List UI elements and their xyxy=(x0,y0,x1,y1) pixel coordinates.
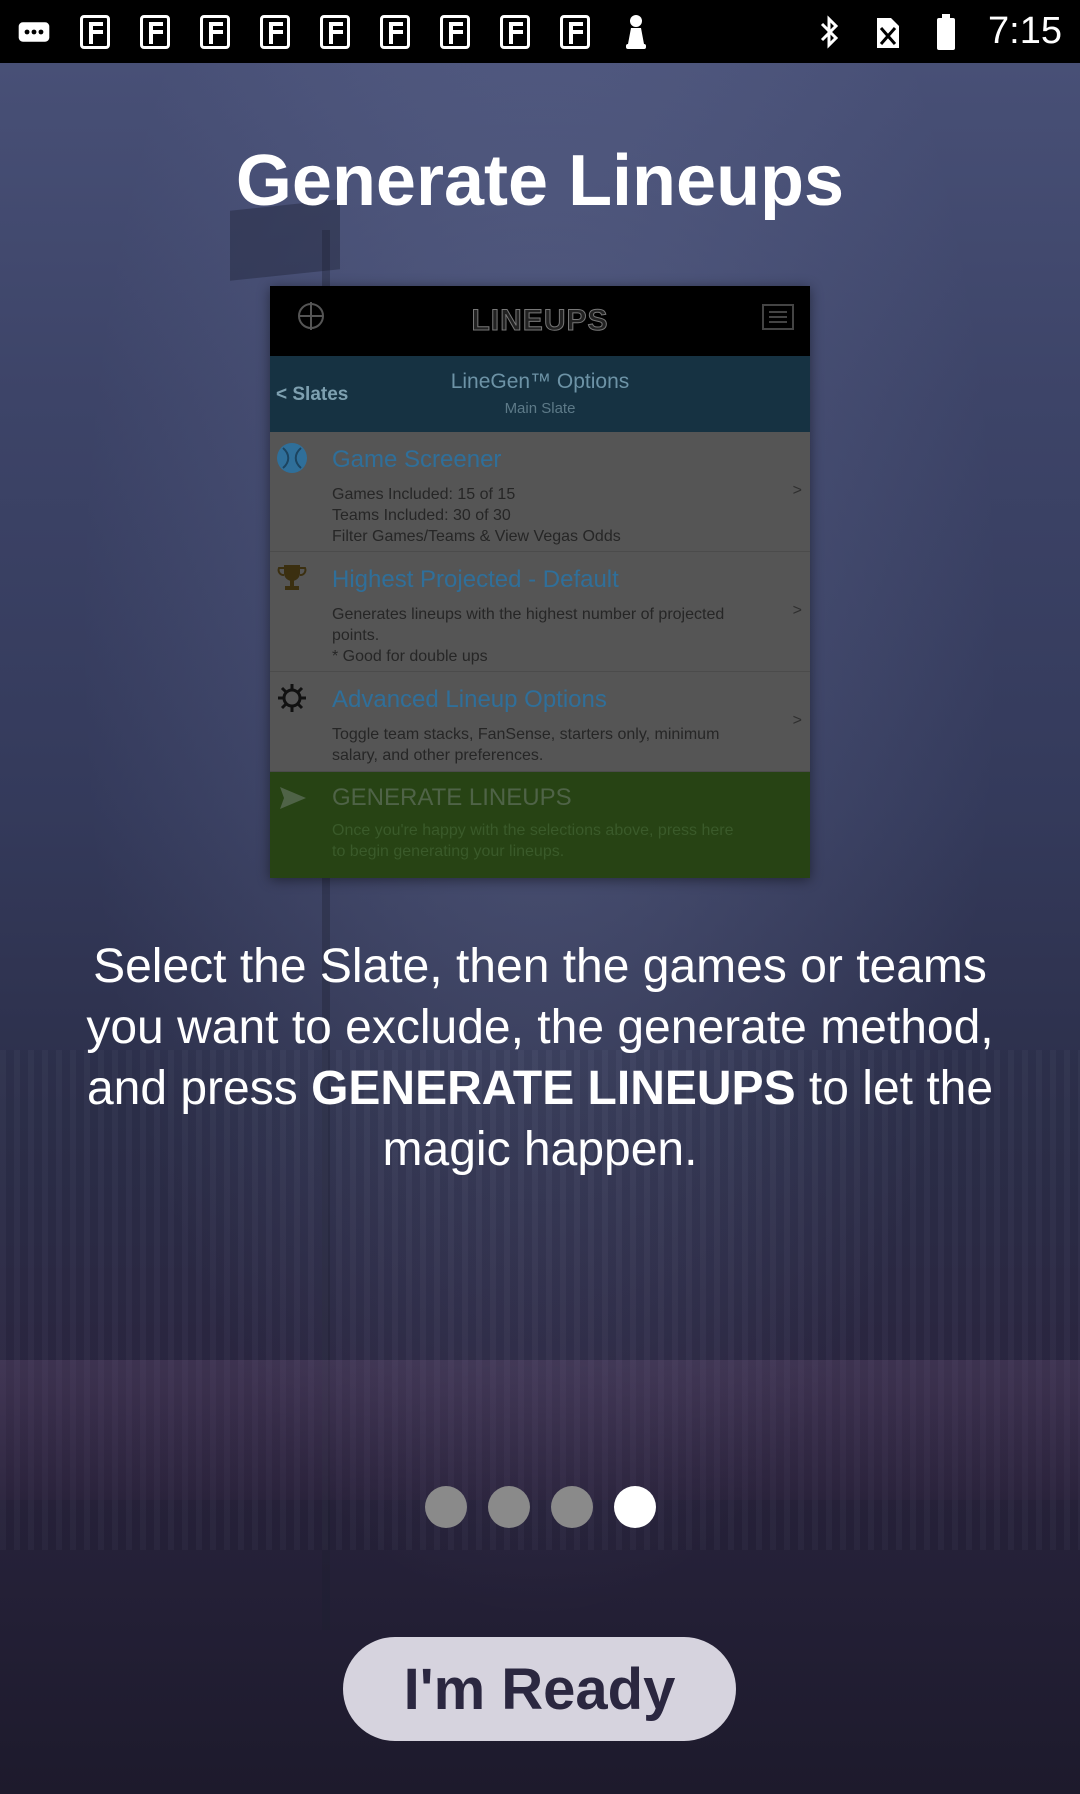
preview-nav-subtitle: Main Slate xyxy=(504,400,576,417)
app-f-icon xyxy=(500,14,530,49)
no-sim-icon xyxy=(872,16,904,48)
preview-menu-icon xyxy=(762,304,794,330)
preview-nav-bar: < Slates LineGen™ Options Main Slate xyxy=(270,356,810,432)
onboarding-description: Select the Slate, then the games or team… xyxy=(60,936,1020,1180)
app-f-icon xyxy=(440,14,470,49)
app-f-icon xyxy=(260,14,290,49)
app-f-icon xyxy=(560,14,590,49)
preview-item-line: Teams Included: 30 of 30 xyxy=(332,507,511,524)
app-f-icon xyxy=(200,14,230,49)
preview-item-title: Game Screener xyxy=(332,446,502,473)
status-time: 7:15 xyxy=(988,10,1062,52)
page-dot[interactable] xyxy=(424,1486,467,1528)
preview-generate-title: GENERATE LINEUPS xyxy=(332,784,572,811)
bluetooth-icon xyxy=(814,14,846,49)
page-dot[interactable] xyxy=(550,1486,593,1528)
preview-logo-icon xyxy=(294,298,328,334)
background-stands xyxy=(0,1360,1080,1500)
send-icon xyxy=(278,784,308,812)
page-dot-active[interactable] xyxy=(613,1486,656,1528)
more-icon xyxy=(18,16,50,48)
preview-item-title: Highest Projected - Default xyxy=(332,566,619,593)
preview-app-header: LINEUPS xyxy=(270,286,810,356)
preview-item-line: Toggle team stacks, FanSense, starters o… xyxy=(332,726,720,743)
status-bar: 7:15 xyxy=(0,0,1080,63)
preview-item-line: Filter Games/Teams & View Vegas Odds xyxy=(332,528,621,545)
page-indicator xyxy=(0,1486,1080,1528)
battery-icon xyxy=(930,13,962,50)
gear-icon xyxy=(276,682,308,714)
chevron-right-icon: > xyxy=(792,712,802,729)
pawn-icon xyxy=(620,14,652,49)
chevron-right-icon: > xyxy=(792,482,802,499)
preview-list-item: Game Screener Games Included: 15 of 15 T… xyxy=(270,432,810,552)
preview-list-item: Advanced Lineup Options Toggle team stac… xyxy=(270,672,810,772)
preview-app-title: LINEUPS xyxy=(471,304,609,338)
preview-generate-line: Once you're happy with the selections ab… xyxy=(332,822,734,839)
onboarding-title: Generate Lineups xyxy=(235,141,845,221)
page-dot[interactable] xyxy=(487,1486,530,1528)
app-f-icon xyxy=(80,14,110,49)
preview-item-line: Games Included: 15 of 15 xyxy=(332,486,516,503)
preview-item-title: Advanced Lineup Options xyxy=(332,686,607,713)
baseball-icon xyxy=(276,442,308,474)
preview-item-line: points. xyxy=(332,627,380,644)
app-f-icon xyxy=(380,14,410,49)
notification-icons xyxy=(18,14,652,49)
preview-item-line: * Good for double ups xyxy=(332,648,488,665)
preview-item-line: Generates lineups with the highest numbe… xyxy=(332,606,725,623)
app-f-icon xyxy=(140,14,170,49)
description-bold-text: GENERATE LINEUPS xyxy=(311,1062,796,1115)
preview-generate-line: to begin generating your lineups. xyxy=(332,843,565,860)
preview-list-item: Highest Projected - Default Generates li… xyxy=(270,552,810,672)
trophy-icon xyxy=(276,562,308,594)
preview-nav-title: LineGen™ Options xyxy=(450,370,630,393)
app-f-icon xyxy=(320,14,350,49)
preview-screenshot: LINEUPS < Slates LineGen™ Options Main S… xyxy=(270,286,810,878)
chevron-right-icon: > xyxy=(792,602,802,619)
preview-item-line: salary, and other preferences. xyxy=(332,747,544,764)
preview-generate-row: GENERATE LINEUPS Once you're happy with … xyxy=(270,772,810,878)
im-ready-button[interactable]: I'm Ready xyxy=(343,1637,736,1741)
